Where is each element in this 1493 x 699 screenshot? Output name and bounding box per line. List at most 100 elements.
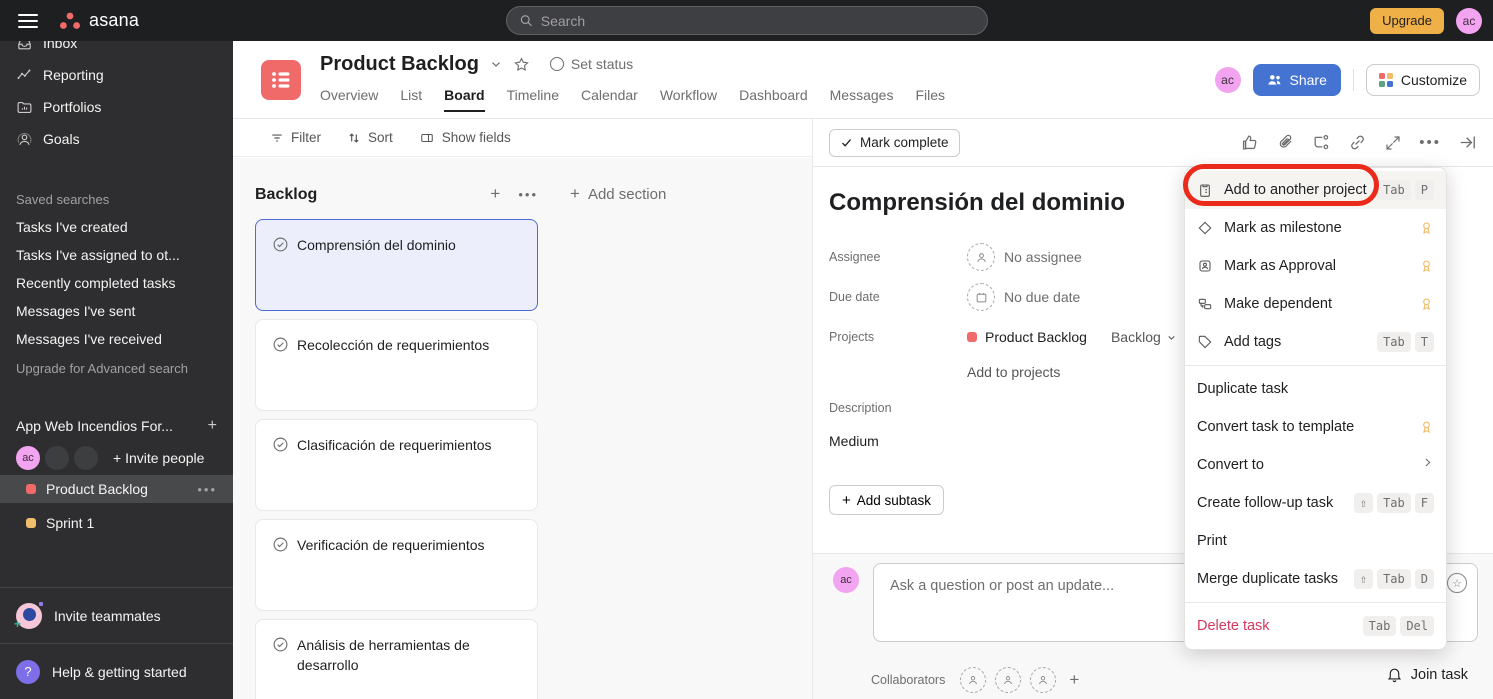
add-project-icon[interactable]: + [208, 417, 217, 435]
assignee-value[interactable]: No assignee [1004, 249, 1082, 265]
sidebar-project-product-backlog[interactable]: Product Backlog ••• [0, 475, 233, 503]
help-button[interactable]: ? Help & getting started [0, 644, 233, 699]
appreciation-sticker-icon[interactable]: ☆ [1447, 573, 1467, 593]
collaborator-placeholder-icon[interactable] [960, 667, 987, 693]
set-status-button[interactable]: Set status [549, 56, 633, 72]
check-circle-icon[interactable] [272, 236, 289, 258]
search-input[interactable] [540, 12, 975, 29]
tab-files[interactable]: Files [915, 87, 945, 112]
saved-search-tasks-assigned[interactable]: Tasks I've assigned to ot... [0, 241, 233, 269]
share-people-icon [1267, 75, 1280, 85]
collaborator-placeholder-icon[interactable] [1030, 667, 1057, 693]
tab-dashboard[interactable]: Dashboard [739, 87, 808, 112]
saved-search-recently-completed[interactable]: Recently completed tasks [0, 269, 233, 297]
menu-item-convert-to[interactable]: Convert to [1185, 446, 1446, 484]
sidebar-item-portfolios[interactable]: Portfolios [0, 91, 233, 123]
customize-button[interactable]: Customize [1365, 64, 1480, 96]
menu-divider [1185, 365, 1446, 366]
menu-item-convert-task-to-template[interactable]: Convert task to template [1185, 408, 1446, 446]
subtask-icon[interactable] [1312, 133, 1331, 152]
collaborator-placeholder-icon[interactable] [995, 667, 1022, 693]
task-card-clasificacion[interactable]: Clasificación de requerimientos [255, 419, 538, 511]
filter-button[interactable]: Filter [270, 130, 321, 145]
expand-icon[interactable] [1384, 134, 1402, 152]
mark-complete-button[interactable]: Mark complete [829, 128, 960, 157]
menu-item-print[interactable]: Print [1185, 522, 1446, 560]
team-member-avatar[interactable]: ac [16, 446, 40, 470]
task-card-analisis[interactable]: Análisis de herramientas de desarrollo [255, 619, 538, 699]
add-collaborator-icon[interactable]: + [1069, 670, 1079, 690]
saved-search-messages-sent[interactable]: Messages I've sent [0, 297, 233, 325]
user-avatar[interactable]: ac [1456, 7, 1482, 34]
sidebar-item-inbox[interactable]: Inbox [0, 41, 233, 59]
project-icon[interactable] [261, 60, 301, 100]
upgrade-button[interactable]: Upgrade [1370, 7, 1444, 34]
link-icon[interactable] [1348, 133, 1367, 152]
sidebar-item-reporting[interactable]: Reporting [0, 59, 233, 91]
add-section-button[interactable]: + Add section [570, 184, 666, 204]
menu-item-add-tags[interactable]: Add tags Tab T [1185, 323, 1446, 361]
task-card-verificacion[interactable]: Verificación de requerimientos [255, 519, 538, 611]
team-member-avatar-placeholder[interactable] [74, 446, 98, 470]
menu-item-mark-as-milestone[interactable]: Mark as milestone [1185, 209, 1446, 247]
sort-button[interactable]: Sort [347, 130, 393, 145]
assignee-avatar-placeholder-icon[interactable] [967, 243, 995, 271]
project-more-icon[interactable]: ••• [197, 482, 217, 497]
tab-messages[interactable]: Messages [830, 87, 894, 112]
invite-people-link[interactable]: + Invite people [113, 450, 204, 466]
tab-workflow[interactable]: Workflow [660, 87, 717, 112]
team-member-avatar-placeholder[interactable] [45, 446, 69, 470]
hamburger-menu-icon[interactable] [18, 13, 38, 28]
menu-item-delete-task[interactable]: Delete task Tab Del [1185, 607, 1446, 645]
tab-timeline[interactable]: Timeline [507, 87, 559, 112]
like-icon[interactable] [1240, 133, 1259, 152]
menu-item-add-to-another-project[interactable]: Add to another project Tab P [1185, 171, 1446, 209]
due-date-calendar-icon[interactable] [967, 283, 995, 311]
join-task-button[interactable]: Join task [1386, 666, 1468, 683]
sidebar-project-sprint-1[interactable]: Sprint 1 [0, 509, 233, 537]
title-chevron-down-icon[interactable] [489, 57, 503, 71]
add-task-icon[interactable]: + [490, 184, 500, 206]
column-title[interactable]: Backlog [255, 186, 490, 204]
close-panel-icon[interactable] [1458, 133, 1477, 152]
tab-calendar[interactable]: Calendar [581, 87, 638, 112]
menu-item-duplicate-task[interactable]: Duplicate task [1185, 370, 1446, 408]
menu-item-create-follow-up-task[interactable]: Create follow-up task ⇧ Tab F [1185, 484, 1446, 522]
check-circle-icon[interactable] [272, 536, 289, 558]
member-avatar[interactable]: ac [1214, 67, 1241, 93]
menu-item-mark-as-approval[interactable]: Mark as Approval [1185, 247, 1446, 285]
column-more-icon[interactable]: ••• [518, 184, 538, 206]
invite-teammates-button[interactable]: + Invite teammates [0, 588, 233, 643]
more-options-icon[interactable]: ••• [1419, 134, 1441, 151]
saved-search-tasks-created[interactable]: Tasks I've created [0, 213, 233, 241]
upgrade-advanced-search-link[interactable]: Upgrade for Advanced search [0, 353, 233, 383]
section-dropdown[interactable]: Backlog [1111, 329, 1177, 345]
menu-item-make-dependent[interactable]: Make dependent [1185, 285, 1446, 323]
project-chip[interactable]: Product Backlog [967, 329, 1087, 345]
add-subtask-button[interactable]: + Add subtask [829, 485, 945, 515]
sidebar-item-goals[interactable]: Goals [0, 123, 233, 155]
tab-board[interactable]: Board [444, 87, 486, 112]
show-fields-icon [420, 133, 433, 142]
card-title: Análisis de herramientas de desarrollo [297, 637, 470, 673]
due-date-value[interactable]: No due date [1004, 289, 1080, 305]
task-card-comprension-del-dominio[interactable]: Comprensión del dominio [255, 219, 538, 311]
task-card-recoleccion[interactable]: Recolección de requerimientos [255, 319, 538, 411]
attach-icon[interactable] [1276, 133, 1295, 152]
menu-item-merge-duplicate-tasks[interactable]: Merge duplicate tasks ⇧ Tab D [1185, 560, 1446, 598]
favorite-star-icon[interactable] [513, 56, 530, 73]
saved-search-messages-received[interactable]: Messages I've received [0, 325, 233, 353]
asana-dots-icon [60, 12, 80, 29]
shortcut-key: T [1414, 332, 1434, 352]
tab-overview[interactable]: Overview [320, 87, 378, 112]
check-circle-icon[interactable] [272, 636, 289, 658]
team-header[interactable]: App Web Incendios For... + [0, 411, 233, 441]
check-circle-icon[interactable] [272, 436, 289, 458]
share-button[interactable]: Share [1252, 64, 1341, 96]
check-circle-icon[interactable] [272, 336, 289, 358]
global-search[interactable] [505, 6, 988, 35]
asana-logo[interactable]: asana [58, 10, 139, 31]
show-fields-button[interactable]: Show fields [419, 130, 511, 145]
tab-list[interactable]: List [400, 87, 422, 112]
menu-item-label: Make dependent [1224, 296, 1333, 312]
